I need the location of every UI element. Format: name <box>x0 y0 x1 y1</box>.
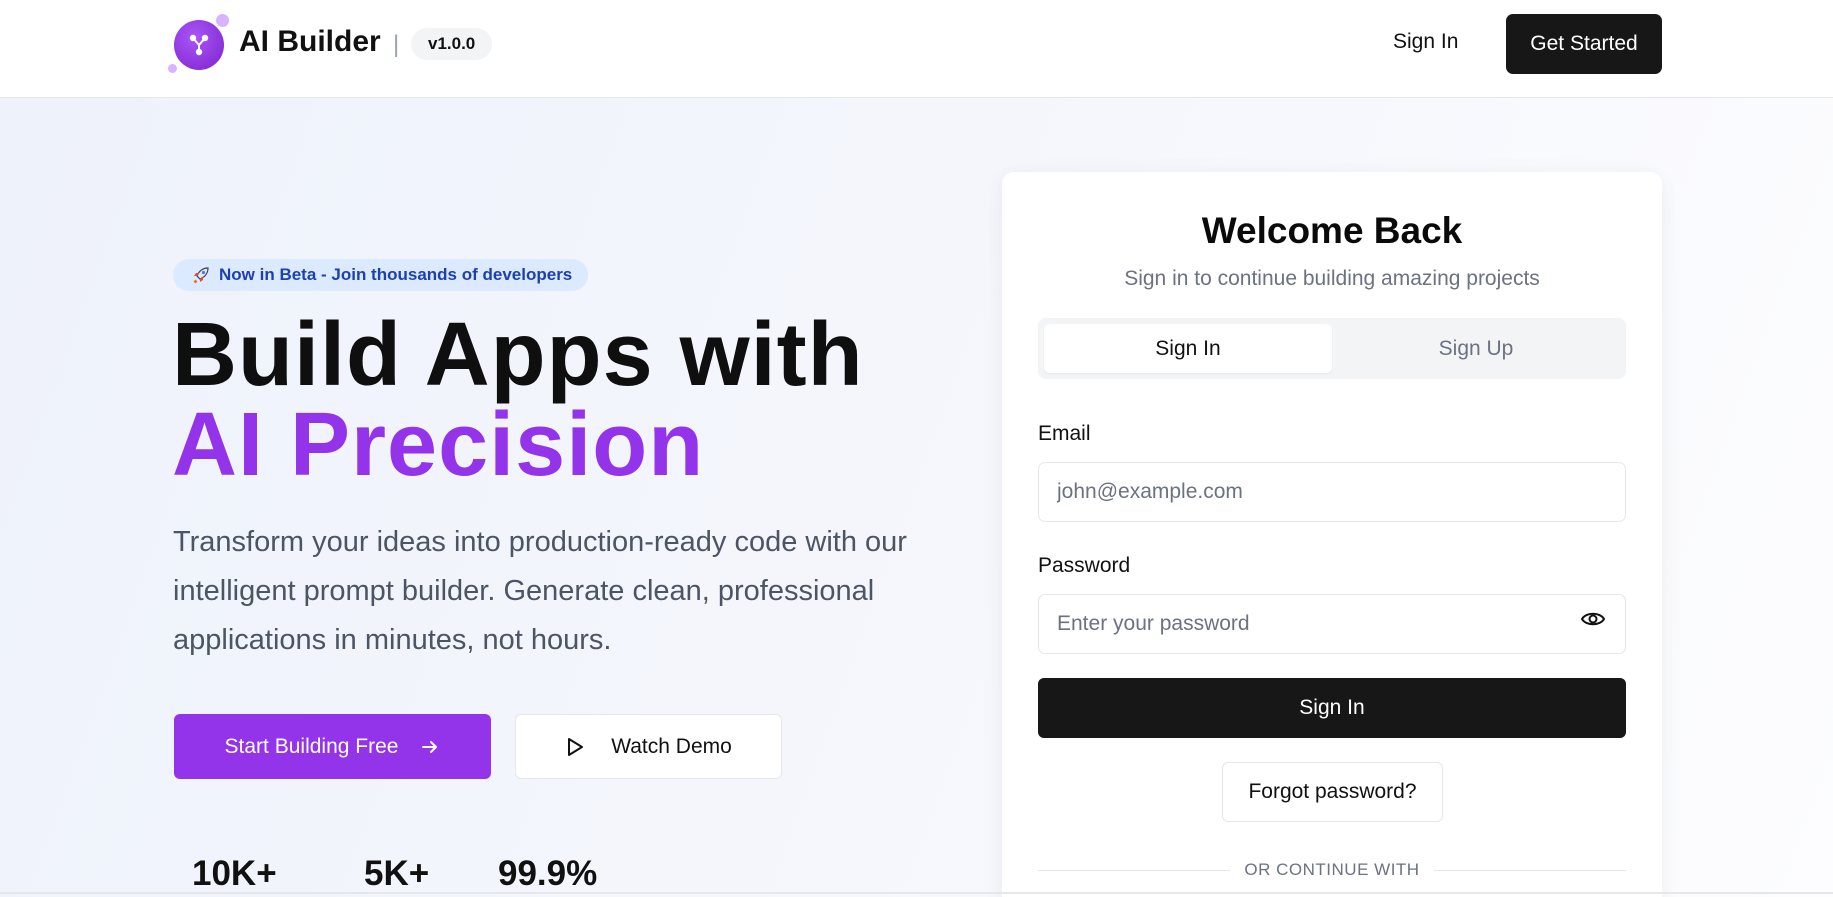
version-badge: v1.0.0 <box>411 28 493 60</box>
auth-card-title: Welcome Back <box>1201 210 1463 251</box>
rocket-icon <box>193 267 209 284</box>
auth-card-subtitle: Sign in to continue building amazing pro… <box>1124 267 1540 290</box>
auth-card: Welcome Back Sign in to continue buildin… <box>1002 172 1662 897</box>
hero-description: Transform your ideas into production-rea… <box>173 526 907 656</box>
stat-value: 10K+ <box>192 854 277 893</box>
password-field[interactable] <box>1038 594 1626 654</box>
watch-demo-label: Watch Demo <box>611 734 732 758</box>
nav-sign-in-link[interactable]: Sign In <box>1393 30 1458 54</box>
hero-headline: Build Apps with <box>172 305 864 405</box>
start-building-button[interactable]: Start Building Free <box>174 714 491 779</box>
forgot-password-button[interactable]: Forgot password? <box>1222 762 1443 822</box>
tab-sign-up[interactable]: Sign Up <box>1332 324 1620 373</box>
ai-network-icon <box>174 20 224 70</box>
tab-sign-in[interactable]: Sign In <box>1044 324 1332 373</box>
auth-tabs: Sign In Sign Up <box>1038 318 1626 379</box>
sign-in-submit-button[interactable]: Sign In <box>1038 678 1626 738</box>
navbar: AI Builder | v1.0.0 Sign In Get Started <box>0 0 1833 98</box>
brand-name[interactable]: AI Builder <box>239 25 381 59</box>
eye-icon[interactable] <box>1580 606 1606 632</box>
play-icon <box>568 737 584 756</box>
divider-text: OR CONTINUE WITH <box>1244 860 1420 879</box>
start-building-label: Start Building Free <box>224 734 399 758</box>
hero-headline-accent: AI Precision <box>172 395 705 495</box>
beta-badge: Now in Beta - Join thousands of develope… <box>173 259 589 291</box>
logo-dot <box>168 64 177 73</box>
email-label: Email <box>1038 422 1091 445</box>
logo[interactable] <box>168 14 232 78</box>
brand-separator: | <box>393 31 400 58</box>
bottom-divider <box>0 892 1833 894</box>
watch-demo-button[interactable]: Watch Demo <box>515 714 782 779</box>
get-started-button[interactable]: Get Started <box>1506 14 1662 74</box>
beta-badge-text: Now in Beta - Join thousands of develope… <box>219 265 573 284</box>
password-label: Password <box>1038 554 1131 577</box>
stat-value: 99.9% <box>498 854 598 893</box>
logo-dot <box>216 14 229 27</box>
email-field[interactable] <box>1038 462 1626 522</box>
arrow-right-icon <box>422 740 438 753</box>
stat-value: 5K+ <box>364 854 430 893</box>
